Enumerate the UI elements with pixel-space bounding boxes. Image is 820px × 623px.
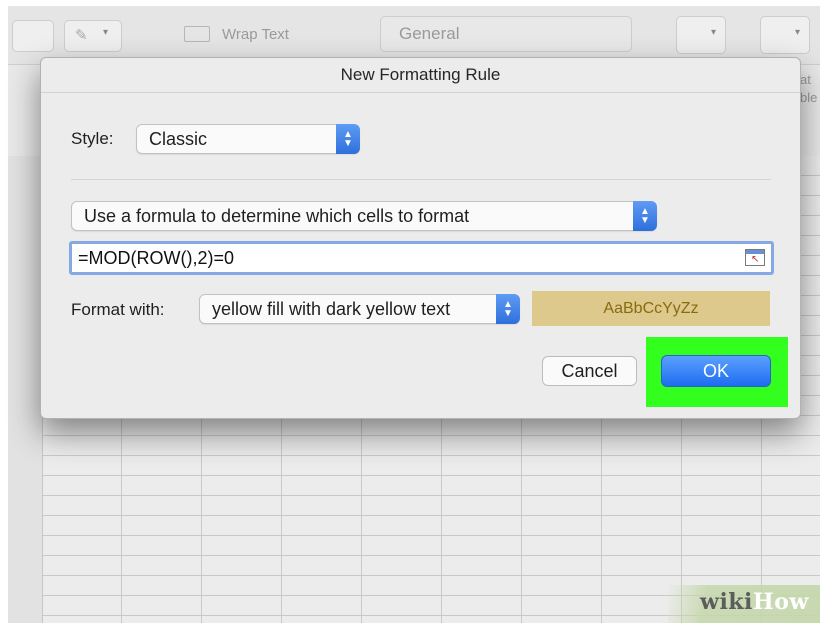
rule-type-select[interactable]: Use a formula to determine which cells t… (71, 201, 657, 231)
wrap-text-button[interactable]: Wrap Text (184, 22, 314, 48)
formula-value: =MOD(ROW(),2)=0 (78, 248, 235, 268)
wrap-text-icon (184, 26, 210, 42)
style-select-value: Classic (149, 129, 208, 149)
cancel-button[interactable]: Cancel (542, 356, 637, 386)
select-stepper-icon: ▲ ▼ (496, 294, 520, 324)
format-with-select[interactable]: yellow fill with dark yellow text ▲ ▼ (199, 294, 520, 324)
dialog-titlebar: New Formatting Rule (41, 58, 800, 93)
number-format-value: General (399, 24, 460, 43)
select-stepper-icon: ▲ ▼ (336, 124, 360, 154)
dialog-title: New Formatting Rule (340, 65, 501, 84)
toolbar-button[interactable] (12, 20, 54, 52)
brush-icon: ✎ (75, 27, 88, 44)
partial-label: ble (800, 90, 818, 105)
format-painter-button[interactable]: ✎ ▾ (64, 20, 122, 52)
formula-input[interactable]: =MOD(ROW(),2)=0 ↖ (69, 241, 774, 275)
wrap-text-label: Wrap Text (222, 26, 289, 43)
new-formatting-rule-dialog: New Formatting Rule Style: Classic ▲ ▼ Us… (40, 57, 801, 419)
format-preview: AaBbCcYyZz (532, 291, 770, 326)
number-format-select[interactable]: General (380, 16, 632, 52)
chevron-down-icon: ▾ (103, 27, 109, 38)
format-with-value: yellow fill with dark yellow text (212, 299, 451, 319)
chevron-down-icon: ▾ (795, 27, 801, 38)
style-select[interactable]: Classic ▲ ▼ (136, 124, 360, 154)
row-header (8, 156, 43, 623)
rule-type-value: Use a formula to determine which cells t… (84, 206, 470, 226)
select-stepper-icon: ▲ ▼ (633, 201, 657, 231)
style-label: Style: (71, 129, 114, 148)
range-picker-icon[interactable]: ↖ (745, 249, 765, 266)
partial-label: at (800, 72, 811, 87)
chevron-down-icon: ▾ (711, 27, 717, 38)
ok-button[interactable]: OK (661, 355, 771, 387)
format-table-button[interactable]: ▾ (760, 16, 810, 54)
format-with-label: Format with: (71, 300, 165, 319)
format-preview-text: AaBbCcYyZz (603, 300, 699, 317)
conditional-format-button[interactable]: ▾ (676, 16, 726, 54)
wikihow-logo: wikiHow (700, 589, 809, 615)
divider (71, 179, 771, 180)
wikihow-watermark: wikiHow (668, 585, 820, 623)
